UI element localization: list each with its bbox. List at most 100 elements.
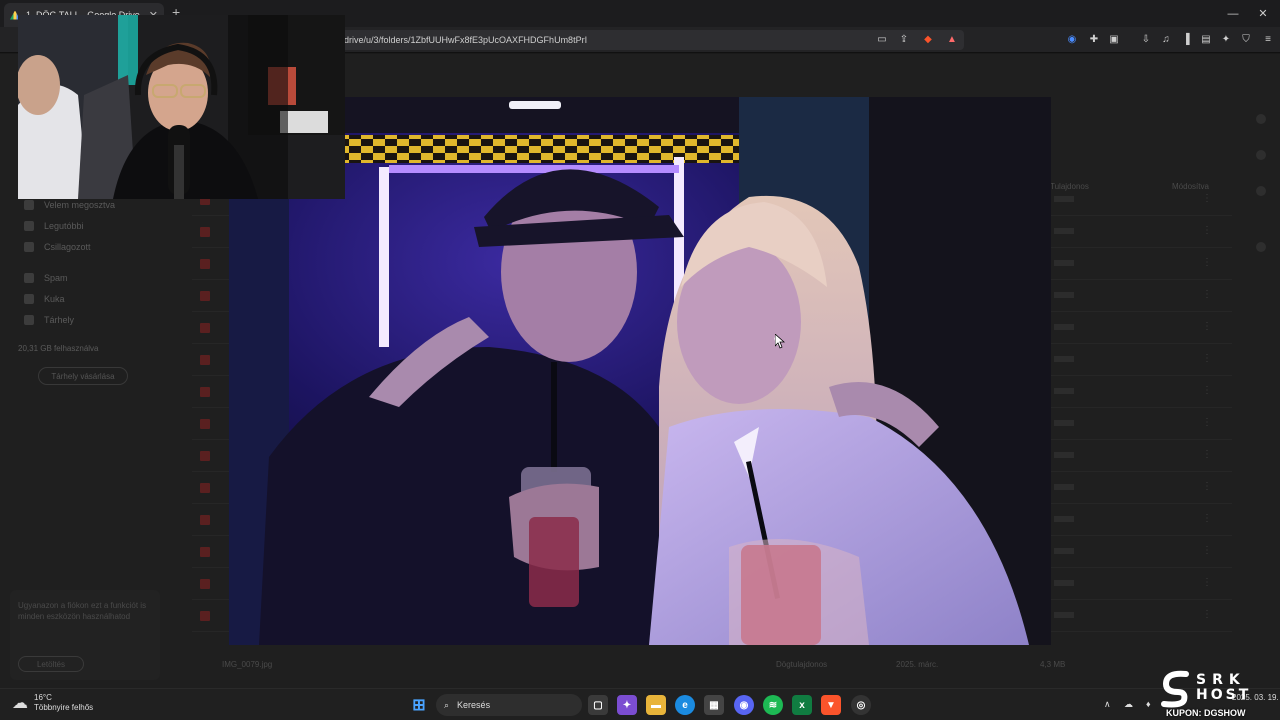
- mouse-cursor-icon: [775, 334, 785, 349]
- discord-icon[interactable]: ◉: [734, 695, 754, 715]
- obs-icon[interactable]: ◎: [851, 695, 871, 715]
- row-date: [1054, 324, 1074, 330]
- vpn-icon[interactable]: ⛉: [1240, 34, 1252, 46]
- store-icon[interactable]: ▦: [704, 695, 724, 715]
- maximize-button[interactable]: [1216, 0, 1250, 27]
- screenshot-icon[interactable]: ▣: [1108, 34, 1120, 46]
- more-icon[interactable]: ⋮: [1202, 225, 1212, 236]
- more-icon[interactable]: ⋮: [1202, 513, 1212, 524]
- more-icon[interactable]: ⋮: [1202, 193, 1212, 204]
- more-icon[interactable]: ⋮: [1202, 289, 1212, 300]
- weather-widget[interactable]: ☁ 16°C Több­nyire felhős: [12, 693, 93, 713]
- cast-icon[interactable]: ▭: [876, 34, 888, 46]
- last-file-owner: Dögtulajdonos: [776, 660, 828, 669]
- more-icon[interactable]: ⋮: [1202, 609, 1212, 620]
- more-icon[interactable]: ⋮: [1202, 385, 1212, 396]
- promo-button[interactable]: Letöltés: [18, 656, 84, 672]
- image-file-icon: [200, 451, 210, 461]
- row-date: [1054, 580, 1074, 586]
- copilot-icon[interactable]: ✦: [617, 695, 637, 715]
- storage-usage: 20,31 GB felhasználva: [18, 344, 99, 353]
- streamer-webcam: [18, 15, 345, 199]
- cloud-icon: [24, 314, 34, 325]
- more-icon[interactable]: ⋮: [1202, 417, 1212, 428]
- more-icon[interactable]: ⋮: [1202, 545, 1212, 556]
- spotify-icon[interactable]: ≋: [763, 695, 783, 715]
- excel-icon[interactable]: x: [792, 695, 812, 715]
- windows-taskbar: ☁ 16°C Több­nyire felhős ⊞ ⌕ Keresés ▢ ✦…: [0, 688, 1280, 720]
- search-label: Keresés: [457, 700, 491, 710]
- buy-storage-button[interactable]: Tárhely vásárlása: [38, 367, 128, 385]
- add-icon[interactable]: [1256, 242, 1266, 252]
- wallet-icon[interactable]: ▤: [1200, 34, 1212, 46]
- sidebar-item-label: Velem megosztva: [44, 199, 116, 210]
- share-icon[interactable]: ⇪: [898, 34, 910, 46]
- srkhost-logo-icon: [1161, 670, 1189, 708]
- taskbar-search[interactable]: ⌕ Keresés: [436, 694, 582, 716]
- download-icon[interactable]: ⇩: [1140, 34, 1152, 46]
- sidebar-item-starred[interactable]: Csillagozott: [18, 236, 168, 257]
- sidebar-item-trash[interactable]: Kuka: [18, 288, 168, 309]
- extensions-icon[interactable]: ✚: [1088, 34, 1100, 46]
- row-date: [1054, 452, 1074, 458]
- row-date: [1054, 292, 1074, 298]
- sidebar-item-label: Kuka: [44, 293, 65, 304]
- tray-expand-icon[interactable]: ∧: [1104, 699, 1111, 710]
- url-text[interactable]: drive/u/3/folders/1ZbfUUHwFx8fE3pUcOAXFH…: [344, 35, 587, 45]
- row-date: [1054, 484, 1074, 490]
- mic-icon[interactable]: ♦: [1146, 699, 1151, 709]
- row-date: [1054, 196, 1074, 202]
- row-date: [1054, 516, 1074, 522]
- more-icon[interactable]: ⋮: [1202, 353, 1212, 364]
- image-file-icon: [200, 515, 210, 525]
- brave-icon[interactable]: ▼: [821, 695, 841, 715]
- sidebar-item-storage[interactable]: Tárhely: [18, 309, 168, 330]
- sidebar-item-label: Csillagozott: [44, 241, 91, 252]
- more-icon[interactable]: ⋮: [1202, 481, 1212, 492]
- sidebar-icon[interactable]: ▐: [1180, 34, 1192, 46]
- promo-card: Ugyanazon a fiókon ezt a funkciót is min…: [10, 590, 160, 680]
- more-icon[interactable]: ⋮: [1202, 257, 1212, 268]
- leo-ai-icon[interactable]: ✦: [1220, 34, 1232, 46]
- task-view-icon[interactable]: ▢: [588, 695, 608, 715]
- edge-icon[interactable]: e: [675, 695, 695, 715]
- image-file-icon: [200, 419, 210, 429]
- image-file-icon: [200, 387, 210, 397]
- promo-text: Ugyanazon a fiókon ezt a funkciót is min…: [18, 601, 147, 621]
- spam-icon: [24, 272, 34, 283]
- audio-icon[interactable]: ◉: [1066, 34, 1078, 46]
- more-icon[interactable]: ⋮: [1202, 577, 1212, 588]
- row-date: [1054, 356, 1074, 362]
- last-file-size: 4,3 MB: [1040, 660, 1066, 669]
- weather-text: 16°C Több­nyire felhős: [34, 693, 93, 713]
- screen: 1. DÖG TALI – Google Drive ✕ + — ✕ drive…: [0, 0, 1280, 720]
- brave-rewards-icon[interactable]: ▲: [946, 34, 958, 46]
- menu-icon[interactable]: ≡: [1262, 34, 1274, 46]
- image-file-icon: [200, 611, 210, 621]
- more-icon[interactable]: ⋮: [1202, 321, 1212, 332]
- file-explorer-icon[interactable]: ▬: [646, 695, 666, 715]
- close-window-button[interactable]: ✕: [1246, 0, 1280, 27]
- sidebar-item-recent[interactable]: Legutóbbi: [18, 215, 168, 236]
- row-date: [1054, 612, 1074, 618]
- image-file-icon: [200, 259, 210, 269]
- weather-desc: Több­nyire felhős: [34, 703, 94, 712]
- sidebar-item-spam[interactable]: Spam: [18, 267, 168, 288]
- photo-preview[interactable]: [229, 97, 1051, 645]
- image-file-icon: [200, 579, 210, 589]
- brand-line-1: SRK: [1196, 672, 1246, 688]
- image-file-icon: [200, 355, 210, 365]
- brave-shields-icon[interactable]: ◆: [922, 34, 934, 46]
- webcam-overlay: [18, 15, 345, 199]
- keep-icon[interactable]: [1256, 150, 1266, 160]
- row-date: [1054, 420, 1074, 426]
- music-icon[interactable]: ♫: [1160, 34, 1172, 46]
- windows-start-icon[interactable]: ⊞: [409, 695, 429, 715]
- more-icon[interactable]: ⋮: [1202, 449, 1212, 460]
- onedrive-icon[interactable]: ☁: [1124, 699, 1133, 710]
- party-photo: [229, 97, 1051, 645]
- last-file-name[interactable]: IMG_0079.jpg: [222, 660, 272, 669]
- tasks-icon[interactable]: [1256, 186, 1266, 196]
- calendar-icon[interactable]: [1256, 114, 1266, 124]
- last-file-date: 2025. márc.: [896, 660, 939, 669]
